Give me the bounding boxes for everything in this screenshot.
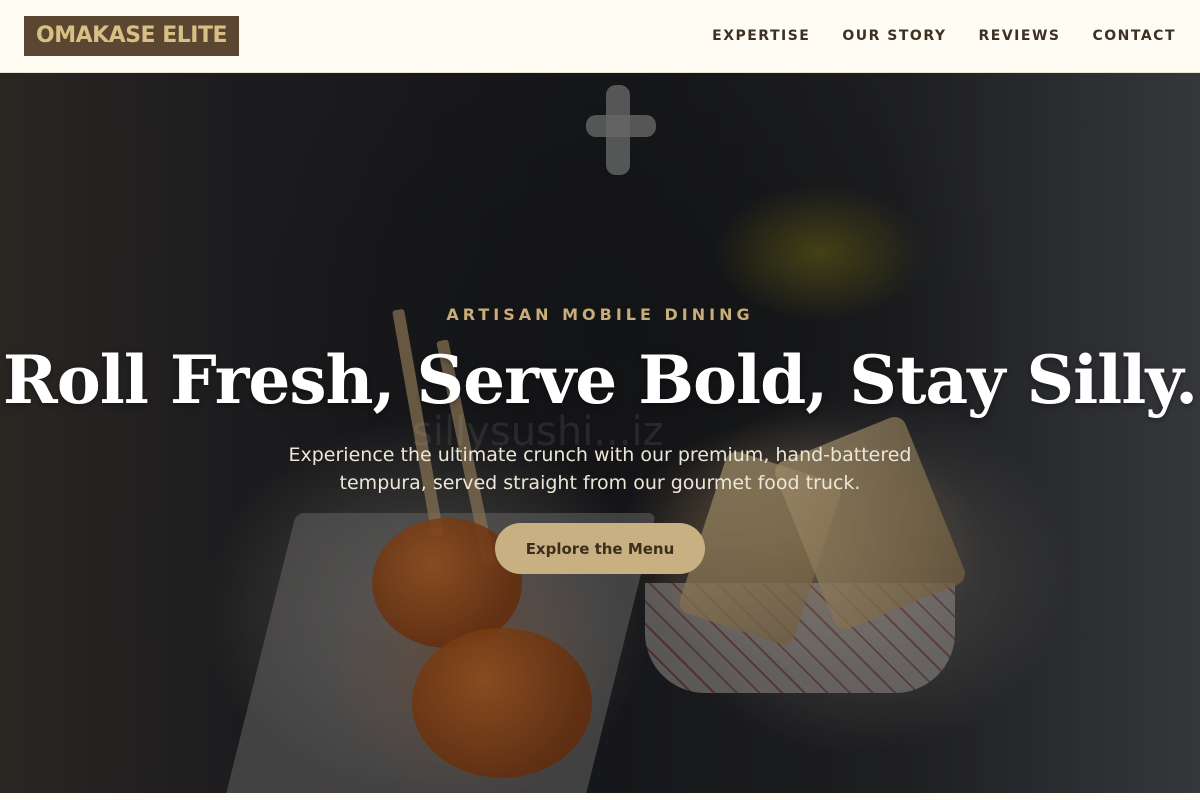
hero-eyebrow: ARTISAN MOBILE DINING	[446, 305, 754, 324]
hero-headline: Roll Fresh, Serve Bold, Stay Silly.	[2, 341, 1198, 419]
nav-link-our-story[interactable]: OUR STORY	[842, 28, 946, 44]
hero-section: sillysushi...iz ARTISAN MOBILE DINING Ro…	[0, 73, 1200, 793]
nav-link-reviews[interactable]: REVIEWS	[979, 28, 1061, 44]
explore-menu-button[interactable]: Explore the Menu	[495, 523, 705, 574]
nav-link-expertise[interactable]: EXPERTISE	[712, 28, 810, 44]
main-nav: EXPERTISE OUR STORY REVIEWS CONTACT	[712, 28, 1176, 44]
nav-link-contact[interactable]: CONTACT	[1092, 28, 1176, 44]
hero-subtitle: Experience the ultimate crunch with our …	[288, 444, 912, 494]
brand-logo[interactable]: OMAKASE ELITE	[24, 16, 239, 56]
site-header: OMAKASE ELITE EXPERTISE OUR STORY REVIEW…	[0, 0, 1200, 73]
hero-content: ARTISAN MOBILE DINING Roll Fresh, Serve …	[0, 73, 1200, 793]
